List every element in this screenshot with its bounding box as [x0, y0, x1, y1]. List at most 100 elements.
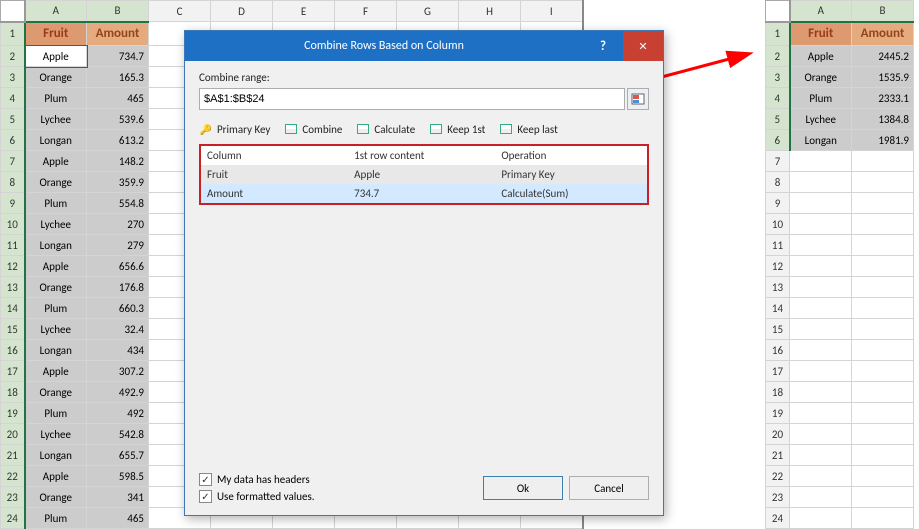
result-sheet[interactable]: AB1FruitAmount2Apple2445.23Orange1535.94…	[765, 0, 914, 529]
primary-key-button[interactable]: 🔑Primary Key	[199, 122, 270, 136]
row-header[interactable]: 2	[766, 46, 790, 67]
cell[interactable]	[790, 214, 852, 235]
cell[interactable]: 554.8	[87, 193, 149, 214]
cell[interactable]: Apple	[25, 256, 87, 277]
cell[interactable]: Lychee	[25, 214, 87, 235]
column-header[interactable]: A	[25, 1, 87, 22]
column-header[interactable]: H	[459, 1, 521, 22]
cell[interactable]	[852, 193, 914, 214]
row-header[interactable]: 16	[766, 340, 790, 361]
row-header[interactable]: 16	[1, 340, 25, 361]
row-header[interactable]: 20	[1, 424, 25, 445]
row-header[interactable]: 21	[1, 445, 25, 466]
cell[interactable]: Lychee	[25, 109, 87, 130]
row-header[interactable]: 15	[1, 319, 25, 340]
cell[interactable]: Orange	[25, 67, 87, 88]
cell[interactable]	[790, 382, 852, 403]
row-header[interactable]: 1	[1, 22, 25, 46]
select-all[interactable]	[1, 1, 25, 22]
row-header[interactable]: 7	[766, 151, 790, 172]
cell[interactable]	[852, 487, 914, 508]
row-header[interactable]: 8	[1, 172, 25, 193]
cell[interactable]: 176.8	[87, 277, 149, 298]
headers-checkbox[interactable]: ✓	[199, 473, 212, 486]
row-header[interactable]: 10	[766, 214, 790, 235]
cell[interactable]	[852, 277, 914, 298]
cell[interactable]: 307.2	[87, 361, 149, 382]
row-header[interactable]: 3	[1, 67, 25, 88]
row-header[interactable]: 5	[766, 109, 790, 130]
cell[interactable]	[790, 508, 852, 529]
cell[interactable]	[790, 235, 852, 256]
calculate-button[interactable]: Calculate	[356, 122, 415, 136]
column-header[interactable]: B	[852, 1, 914, 22]
cell[interactable]	[852, 445, 914, 466]
cell[interactable]	[852, 424, 914, 445]
row-header[interactable]: 20	[766, 424, 790, 445]
row-header[interactable]: 8	[766, 172, 790, 193]
cell[interactable]: Apple	[25, 151, 87, 172]
cell[interactable]: Plum	[25, 508, 87, 529]
cell[interactable]	[852, 319, 914, 340]
cell[interactable]	[790, 445, 852, 466]
cell[interactable]: Fruit	[790, 22, 852, 46]
cell[interactable]	[790, 340, 852, 361]
cell[interactable]	[852, 151, 914, 172]
row-header[interactable]: 4	[766, 88, 790, 109]
cell[interactable]: Plum	[25, 88, 87, 109]
cell[interactable]: Orange	[25, 172, 87, 193]
formatted-checkbox[interactable]: ✓	[199, 490, 212, 503]
column-header[interactable]: G	[397, 1, 459, 22]
row-header[interactable]: 15	[766, 319, 790, 340]
cell[interactable]: Plum	[25, 193, 87, 214]
row-header[interactable]: 4	[1, 88, 25, 109]
combine-button[interactable]: Combine	[284, 122, 342, 136]
row-header[interactable]: 13	[766, 277, 790, 298]
cell[interactable]	[852, 172, 914, 193]
cell[interactable]: Plum	[25, 298, 87, 319]
cell[interactable]	[790, 487, 852, 508]
row-header[interactable]: 9	[1, 193, 25, 214]
row-header[interactable]: 10	[1, 214, 25, 235]
cell[interactable]: Longan	[25, 235, 87, 256]
cell[interactable]	[790, 172, 852, 193]
cell[interactable]	[790, 361, 852, 382]
row-header[interactable]: 17	[1, 361, 25, 382]
cell[interactable]	[790, 277, 852, 298]
cell[interactable]: 1535.9	[852, 67, 914, 88]
row-header[interactable]: 5	[1, 109, 25, 130]
cell[interactable]	[852, 508, 914, 529]
cell[interactable]: Lychee	[790, 109, 852, 130]
column-header[interactable]: I	[521, 1, 583, 22]
cell[interactable]: 434	[87, 340, 149, 361]
row-header[interactable]: 2	[1, 46, 25, 67]
cell[interactable]	[852, 256, 914, 277]
cell[interactable]: Longan	[25, 445, 87, 466]
cell[interactable]: 2333.1	[852, 88, 914, 109]
row-header[interactable]: 23	[766, 487, 790, 508]
column-header[interactable]: A	[790, 1, 852, 22]
row-header[interactable]: 14	[766, 298, 790, 319]
row-header[interactable]: 17	[766, 361, 790, 382]
cell[interactable]: Apple	[25, 46, 87, 67]
cell[interactable]: 465	[87, 88, 149, 109]
row-header[interactable]: 18	[1, 382, 25, 403]
column-header[interactable]: D	[211, 1, 273, 22]
grid-row[interactable]: FruitApplePrimary Key	[201, 165, 647, 184]
cell[interactable]	[790, 319, 852, 340]
ok-button[interactable]: Ok	[483, 476, 563, 500]
cell[interactable]	[790, 466, 852, 487]
row-header[interactable]: 7	[1, 151, 25, 172]
cell[interactable]	[790, 298, 852, 319]
cell[interactable]: Longan	[25, 340, 87, 361]
cell[interactable]: Fruit	[25, 22, 87, 46]
cell[interactable]: Longan	[790, 130, 852, 151]
close-button[interactable]: ✕	[623, 31, 663, 61]
cell[interactable]: 539.6	[87, 109, 149, 130]
cell[interactable]: Orange	[25, 277, 87, 298]
cell[interactable]: 492	[87, 403, 149, 424]
cell[interactable]	[852, 382, 914, 403]
column-header[interactable]: C	[149, 1, 211, 22]
cell[interactable]: 492.9	[87, 382, 149, 403]
cell[interactable]: 465	[87, 508, 149, 529]
